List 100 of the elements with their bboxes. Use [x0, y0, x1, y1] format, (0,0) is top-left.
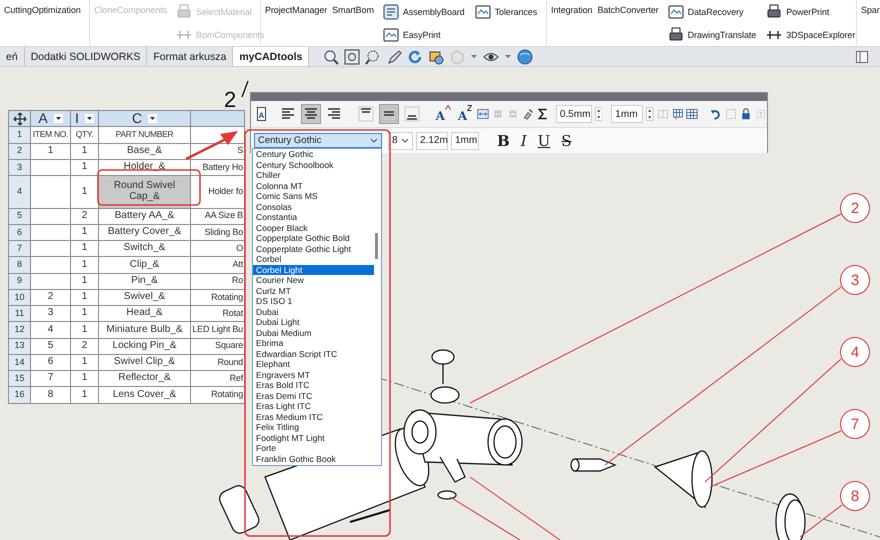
align-top-icon: [358, 106, 374, 122]
zoom-fit-icon[interactable]: [344, 48, 360, 64]
caret-icon[interactable]: [54, 114, 63, 123]
text-format-button[interactable]: A: [257, 107, 266, 121]
row-number[interactable]: 6: [9, 224, 31, 241]
row-number[interactable]: 5: [9, 208, 31, 225]
margin-field[interactable]: 0.5mm: [556, 105, 592, 123]
caret-icon[interactable]: [148, 114, 158, 123]
font-size-dropdown[interactable]: 8: [388, 132, 413, 150]
font-option[interactable]: Century Gothic: [253, 149, 374, 160]
strikethrough-button[interactable]: S: [557, 132, 576, 150]
zoom-area-icon[interactable]: [365, 48, 382, 64]
column-letter[interactable]: I: [75, 111, 79, 126]
font-option[interactable]: Corbel: [253, 254, 374, 264]
spinner-icon[interactable]: [594, 105, 602, 123]
font-option[interactable]: Eras Light ITC: [253, 401, 374, 412]
row-number[interactable]: 7: [9, 241, 31, 258]
table-cell: Ref: [191, 371, 245, 388]
align-bottom-button[interactable]: [402, 104, 422, 124]
align-center-button[interactable]: [300, 104, 321, 124]
font-option[interactable]: Curlz MT: [253, 286, 374, 296]
ribbon-command[interactable]: AssemblyBoard: [380, 3, 466, 21]
row-number[interactable]: 8: [9, 257, 31, 274]
font-option[interactable]: Franklin Gothic Book: [253, 454, 374, 464]
font-option[interactable]: Corbel Light: [253, 264, 374, 275]
font-option[interactable]: Colonna MT: [253, 180, 374, 191]
font-option[interactable]: Consolas: [253, 202, 374, 212]
italic-button[interactable]: I: [516, 132, 531, 150]
ribbon-command[interactable]: ProjectManager: [265, 3, 328, 15]
table-cell: Battery Cover_&: [99, 224, 191, 241]
row-number[interactable]: 2: [9, 144, 31, 160]
row-number[interactable]: 15: [9, 371, 31, 388]
font-option[interactable]: Courier New: [253, 275, 374, 286]
ribbon-command[interactable]: DataRecovery: [666, 3, 758, 21]
row-number[interactable]: 4: [9, 176, 31, 208]
scrollbar-thumb-icon[interactable]: [375, 233, 378, 259]
table-cell: [31, 241, 71, 258]
bold-button[interactable]: B: [493, 132, 514, 150]
table-cell: Lens Cover_&: [99, 387, 191, 404]
row-number[interactable]: 3: [9, 160, 31, 176]
font-option[interactable]: Eras Demi ITC: [253, 390, 374, 401]
ribbon-command[interactable]: DrawingTranslate: [666, 26, 758, 44]
table-cell: 1: [71, 290, 99, 306]
font-option[interactable]: Edwardian Script ITC: [253, 348, 374, 359]
caret-icon[interactable]: [84, 114, 94, 123]
row-number[interactable]: 14: [9, 354, 31, 371]
underline-button[interactable]: U: [534, 132, 554, 150]
font-option[interactable]: Constantia: [253, 212, 374, 222]
table-cell: 1: [71, 144, 99, 160]
ribbon-command[interactable]: CuttingOptimization: [4, 3, 81, 15]
font-option[interactable]: Cooper Black: [253, 222, 374, 233]
font-dropdown[interactable]: Century Gothic: [254, 133, 382, 148]
rotate-icon[interactable]: [407, 48, 424, 64]
row-number[interactable]: 13: [9, 338, 31, 355]
table-cell: Rotating: [191, 387, 245, 404]
ribbon-command[interactable]: Integration: [551, 3, 592, 15]
display-icon[interactable]: [428, 48, 444, 64]
row-number[interactable]: 1: [9, 127, 31, 144]
ribbon-tab[interactable]: myCADtools: [233, 47, 310, 66]
row-number[interactable]: 11: [9, 306, 31, 322]
row-number[interactable]: 16: [9, 387, 31, 404]
font-option[interactable]: Chiller: [253, 170, 374, 180]
ribbon-command[interactable]: Spar: [861, 3, 880, 15]
align-middle-button[interactable]: [378, 104, 399, 124]
row-number[interactable]: 12: [9, 322, 31, 338]
font-option[interactable]: Copperplate Gothic Bold: [253, 233, 374, 244]
width-field[interactable]: 1mm: [451, 132, 479, 150]
ribbon-command[interactable]: PowerPrint: [764, 3, 856, 21]
font-option[interactable]: Footlight MT Light: [253, 432, 374, 443]
globe-icon[interactable]: [517, 48, 534, 64]
height-field[interactable]: 2.12m: [416, 132, 448, 150]
column-letter[interactable]: C: [132, 111, 142, 126]
font-grow-button[interactable]: A: [434, 105, 453, 123]
row-number[interactable]: 9: [9, 274, 31, 290]
zoom-icon[interactable]: [323, 48, 340, 64]
font-option[interactable]: Dubai Light: [253, 317, 374, 328]
font-option[interactable]: Century Schoolbook: [253, 160, 374, 170]
ribbon-command[interactable]: Tolerances: [472, 3, 538, 21]
font-option[interactable]: Ebrima: [253, 338, 374, 348]
row-number[interactable]: 10: [9, 290, 31, 306]
spinner-icon[interactable]: [646, 105, 654, 123]
font-option[interactable]: Dubai: [253, 306, 374, 317]
ribbon-command[interactable]: SmartBom: [332, 3, 374, 15]
font-option[interactable]: Felix Titling: [253, 422, 374, 432]
ribbon-command[interactable]: BatchConverter: [597, 3, 659, 15]
font-option[interactable]: DS ISO 1: [253, 296, 374, 306]
font-option[interactable]: Comic Sans MS: [253, 191, 374, 202]
font-option[interactable]: Elephant: [253, 359, 374, 370]
ribbon-command[interactable]: 3DSpaceExplorer: [764, 26, 856, 44]
font-option[interactable]: Dubai Medium: [253, 328, 374, 338]
superscript-button[interactable]: A: [456, 105, 474, 123]
move-icon[interactable]: [12, 112, 26, 126]
align-top-button[interactable]: [356, 104, 376, 124]
font-option[interactable]: Eras Medium ITC: [253, 412, 374, 422]
font-option[interactable]: Forte: [253, 443, 374, 454]
font-option[interactable]: Copperplate Gothic Light: [253, 244, 374, 254]
ribbon-command[interactable]: EasyPrint: [380, 26, 466, 44]
spacing-field[interactable]: 1mm: [611, 105, 644, 123]
font-option[interactable]: Engravers MT: [253, 370, 374, 380]
font-option[interactable]: Eras Bold ITC: [253, 380, 374, 390]
